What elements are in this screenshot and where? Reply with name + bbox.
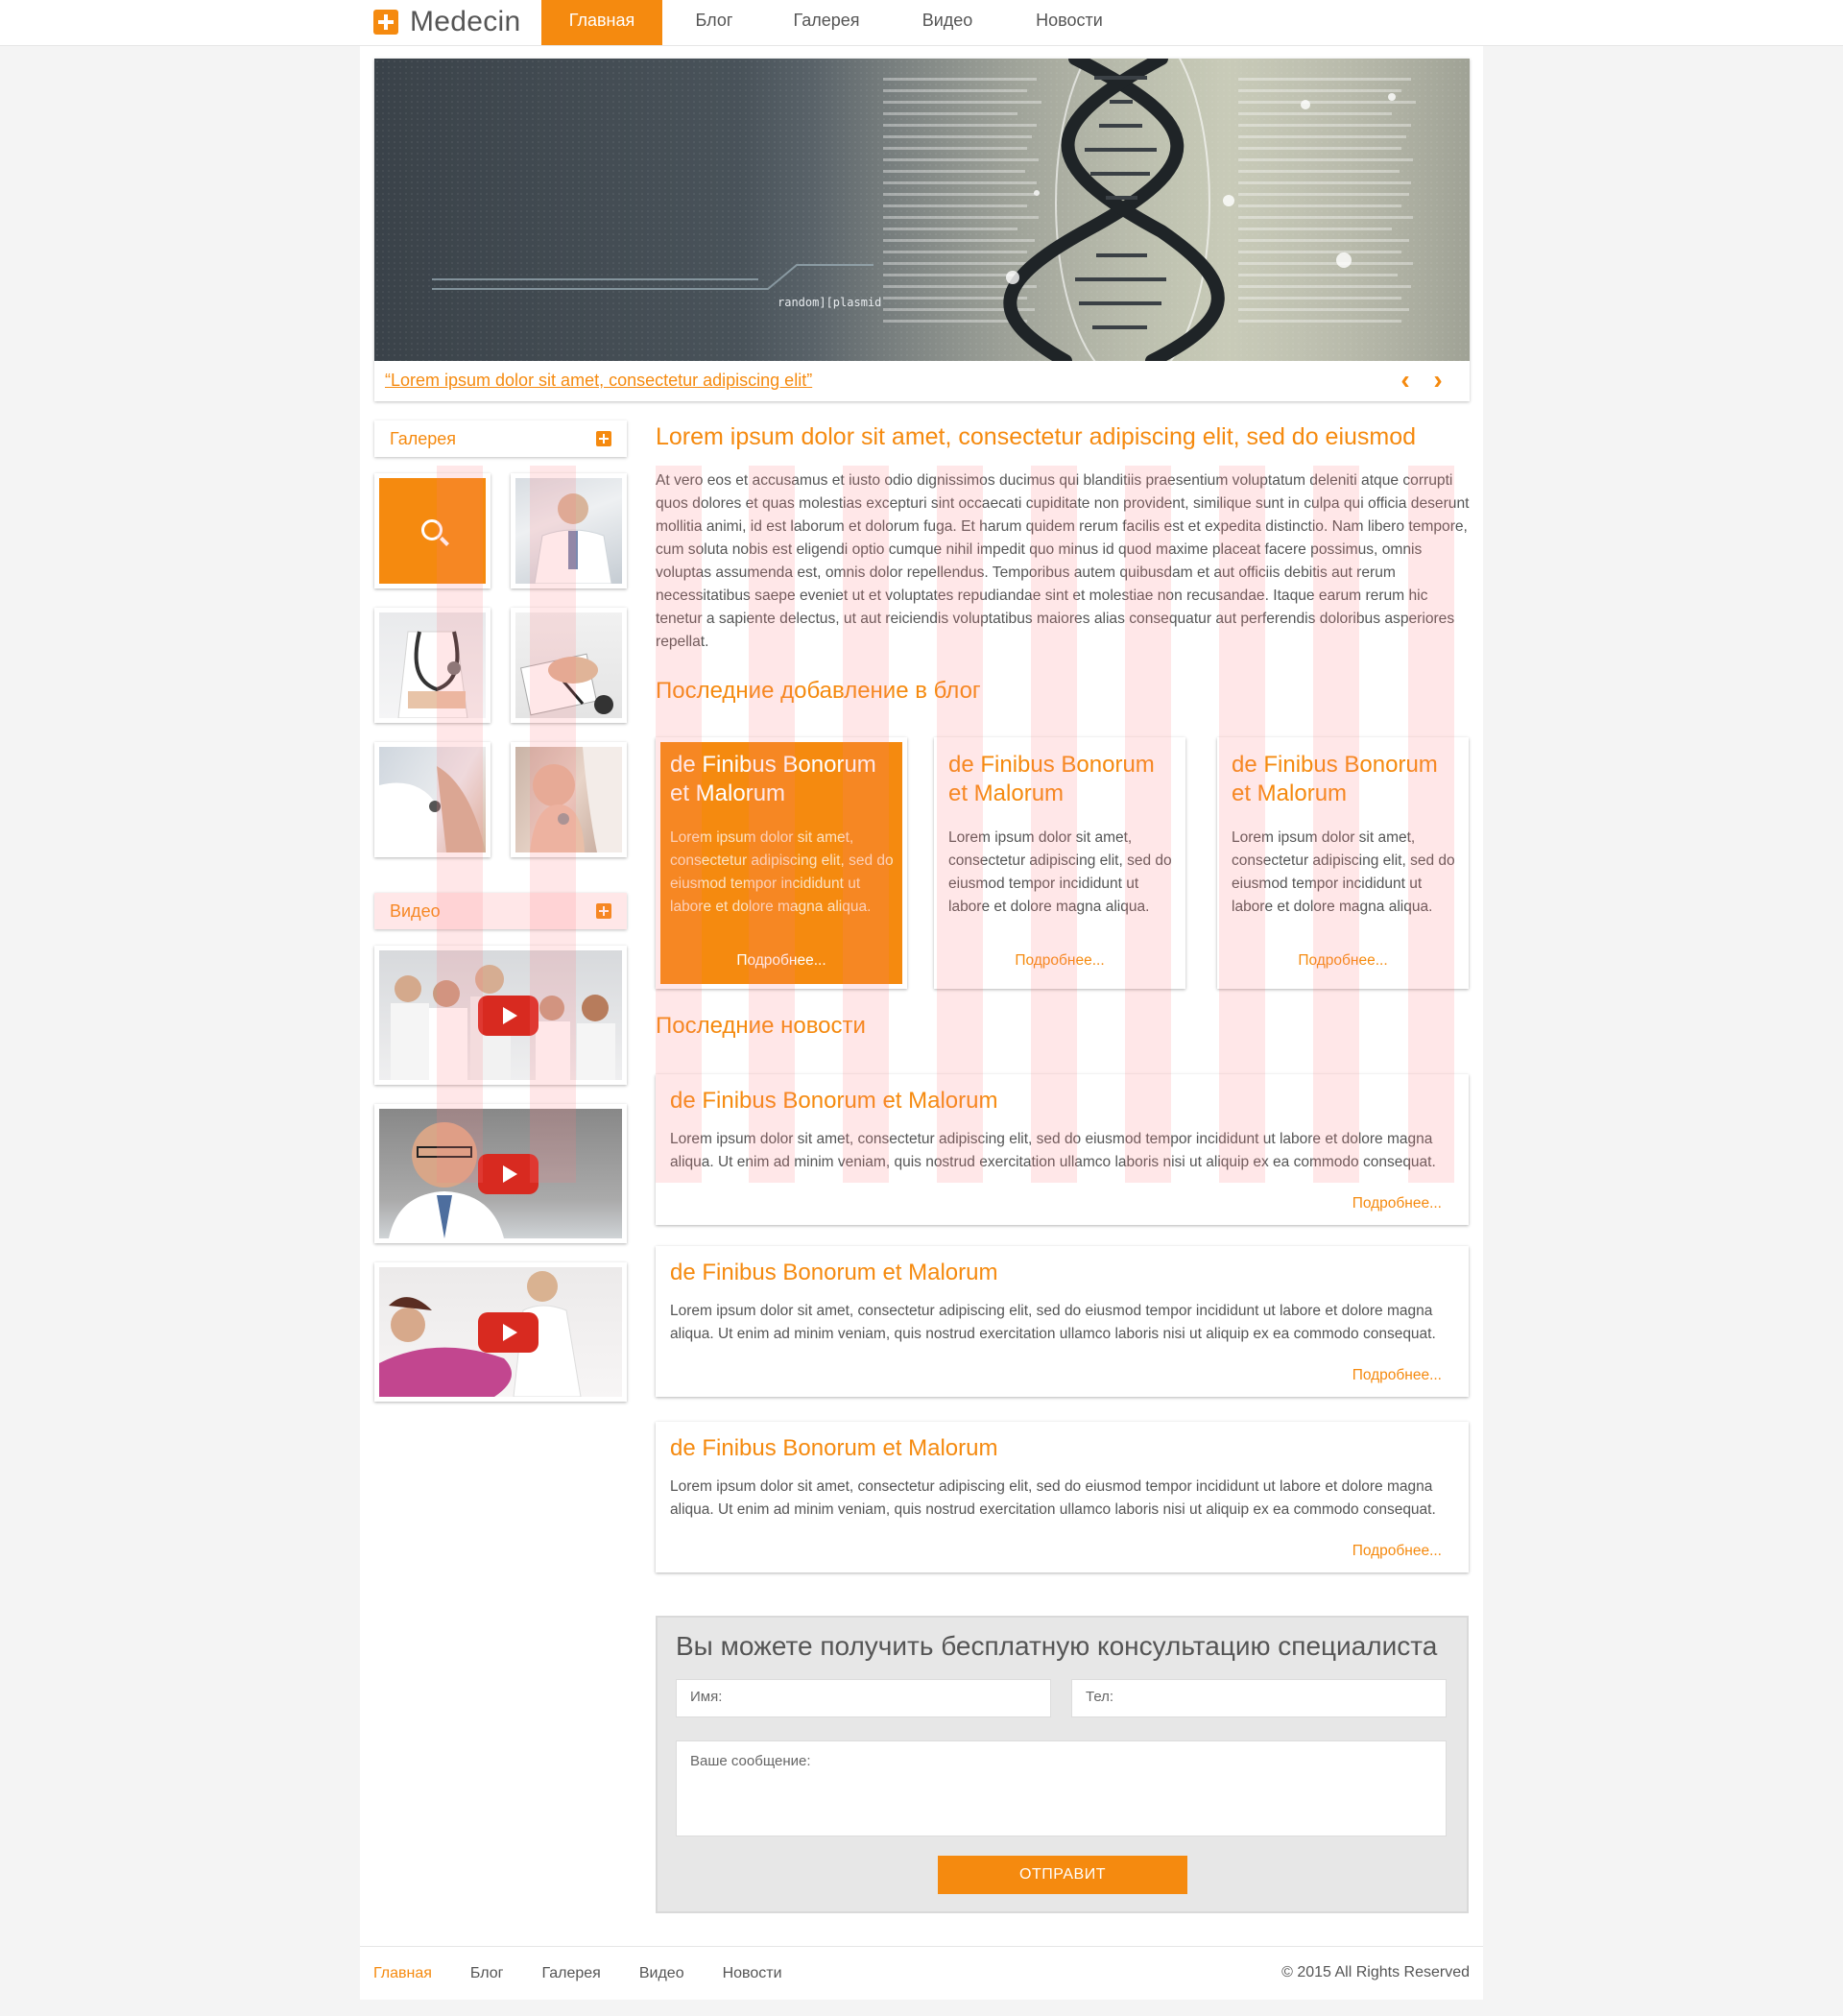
footer-link-news[interactable]: Новости: [723, 1965, 782, 1982]
form-title: Вы можете получить бесплатную консультац…: [676, 1631, 1438, 1661]
copyright-text: © 2015 All Rights Reserved: [1281, 1964, 1470, 1980]
consultation-form: Вы можете получить бесплатную консультац…: [656, 1616, 1469, 1913]
blog-card[interactable]: de Finibus Bonorum et Malorum Lorem ipsu…: [934, 737, 1185, 989]
gallery-widget-header[interactable]: Галерея: [374, 420, 627, 457]
news-card[interactable]: de Finibus Bonorum et Malorum Lorem ipsu…: [656, 1074, 1469, 1225]
svg-text:random][plasmid: random][plasmid: [778, 296, 881, 309]
gallery-thumb[interactable]: [511, 473, 627, 588]
news-card-text: Lorem ipsum dolor sit amet, consectetur …: [670, 1478, 1436, 1518]
news-card-title: de Finibus Bonorum et Malorum: [670, 1088, 998, 1114]
news-card-title: de Finibus Bonorum et Malorum: [670, 1435, 998, 1461]
name-field[interactable]: Имя:: [676, 1679, 1051, 1717]
logo-text: Medecin: [410, 6, 521, 37]
stethoscope-figure: [397, 631, 468, 719]
medical-cross-icon: [373, 10, 398, 35]
main-heading: Lorem ipsum dolor sit amet, consectetur …: [656, 423, 1417, 450]
news-card-more-link[interactable]: Подробнее...: [1352, 1543, 1442, 1560]
writing-photo: [515, 612, 622, 718]
video-thumb[interactable]: [374, 1262, 627, 1402]
footer-link-blog[interactable]: Блог: [470, 1965, 504, 1982]
blog-card-title: de Finibus Bonorum et Malorum: [1232, 752, 1438, 806]
gallery-widget-title: Галерея: [390, 429, 457, 448]
doctor-figure: [534, 493, 612, 585]
pregnancy-photo: [379, 1267, 622, 1398]
nav-item-home[interactable]: Главная: [541, 0, 662, 45]
youtube-play-icon[interactable]: [478, 1154, 539, 1194]
gallery-thumb[interactable]: [374, 608, 491, 723]
blog-card-title: de Finibus Bonorum et Malorum: [670, 752, 876, 806]
gallery-thumb[interactable]: [511, 608, 627, 723]
top-header: Medecin Главная Блог Галерея Видео Новос…: [0, 0, 1843, 46]
stethoscope-photo: [379, 612, 486, 719]
doctor-photo: [515, 478, 622, 585]
writing-figure: [519, 653, 613, 716]
news-card-more-link[interactable]: Подробнее...: [1352, 1367, 1442, 1384]
slider-caption-link[interactable]: “Lorem ipsum dolor sit amet, consectetur…: [385, 371, 812, 391]
blog-card-more-link[interactable]: Подробнее...: [656, 952, 907, 970]
dna-illustration: random][plasmid: [374, 59, 1470, 361]
submit-button[interactable]: ОТПРАВИТ: [938, 1856, 1187, 1894]
exam-figure: [379, 766, 486, 852]
slider-image: random][plasmid: [374, 59, 1470, 361]
news-card-more-link[interactable]: Подробнее...: [1352, 1195, 1442, 1212]
nav-item-blog[interactable]: Блог: [662, 0, 766, 45]
blog-card-text: Lorem ipsum dolor sit amet, consectetur …: [670, 829, 894, 915]
gallery-thumb[interactable]: [374, 473, 491, 588]
gallery-thumb[interactable]: [374, 742, 491, 857]
video-widget-header[interactable]: Видео: [374, 893, 627, 929]
slider-controls: ‹ ›: [1395, 367, 1448, 394]
site-logo[interactable]: Medecin: [373, 6, 521, 38]
news-section-heading: Последние новости: [656, 1013, 866, 1039]
main-nav: Главная Блог Галерея Видео Новости: [541, 0, 1131, 45]
youtube-play-icon[interactable]: [478, 996, 539, 1036]
video-thumb[interactable]: [374, 1104, 627, 1243]
nav-item-video[interactable]: Видео: [887, 0, 1008, 45]
footer-link-gallery[interactable]: Галерея: [541, 1965, 600, 1982]
chevron-left-icon[interactable]: ‹: [1395, 367, 1416, 394]
blog-card-text: Lorem ipsum dolor sit amet, consectetur …: [1232, 829, 1455, 915]
footer-nav: Главная Блог Галерея Видео Новости: [373, 1947, 821, 2000]
blog-card[interactable]: de Finibus Bonorum et Malorum Lorem ipsu…: [1217, 737, 1469, 989]
message-field[interactable]: Ваше сообщение:: [676, 1740, 1447, 1836]
news-card-text: Lorem ipsum dolor sit amet, consectetur …: [670, 1303, 1436, 1342]
news-card-title: de Finibus Bonorum et Malorum: [670, 1260, 998, 1285]
blog-card-text: Lorem ipsum dolor sit amet, consectetur …: [948, 829, 1172, 915]
child-photo: [515, 747, 622, 852]
chevron-right-icon[interactable]: ›: [1427, 367, 1448, 394]
gallery-thumb[interactable]: [511, 742, 627, 857]
site-footer: Главная Блог Галерея Видео Новости © 201…: [360, 1946, 1483, 2000]
news-card[interactable]: de Finibus Bonorum et Malorum Lorem ipsu…: [656, 1422, 1469, 1572]
video-thumb[interactable]: [374, 946, 627, 1085]
hero-slider: random][plasmid “Lorem ipsum dolor sit a…: [374, 59, 1470, 401]
magnifier-icon[interactable]: [421, 519, 443, 540]
doctor-portrait-photo: [379, 1109, 622, 1238]
exam-photo: [379, 747, 486, 852]
blog-card[interactable]: de Finibus Bonorum et Malorum Lorem ipsu…: [656, 737, 907, 989]
blog-card-more-link[interactable]: Подробнее...: [934, 952, 1185, 970]
blog-section-heading: Последние добавление в блог: [656, 678, 981, 704]
plus-icon[interactable]: [596, 431, 611, 446]
main-paragraph: At vero eos et accusamus et iusto odio d…: [656, 472, 1470, 650]
child-figure: [530, 747, 622, 852]
gallery-thumb-image: [379, 478, 486, 584]
news-card[interactable]: de Finibus Bonorum et Malorum Lorem ipsu…: [656, 1246, 1469, 1397]
blog-card-more-link[interactable]: Подробнее...: [1217, 952, 1469, 970]
news-card-text: Lorem ipsum dolor sit amet, consectetur …: [670, 1131, 1436, 1170]
nav-item-news[interactable]: Новости: [1008, 0, 1131, 45]
footer-link-home[interactable]: Главная: [373, 1965, 432, 1982]
youtube-play-icon[interactable]: [478, 1312, 539, 1353]
nav-item-gallery[interactable]: Галерея: [766, 0, 887, 45]
team-photo: [379, 950, 622, 1080]
blog-card-title: de Finibus Bonorum et Malorum: [948, 752, 1155, 806]
video-widget-title: Видео: [390, 901, 441, 921]
plus-icon[interactable]: [596, 903, 611, 919]
phone-field[interactable]: Тел:: [1071, 1679, 1447, 1717]
footer-link-video[interactable]: Видео: [639, 1965, 684, 1982]
